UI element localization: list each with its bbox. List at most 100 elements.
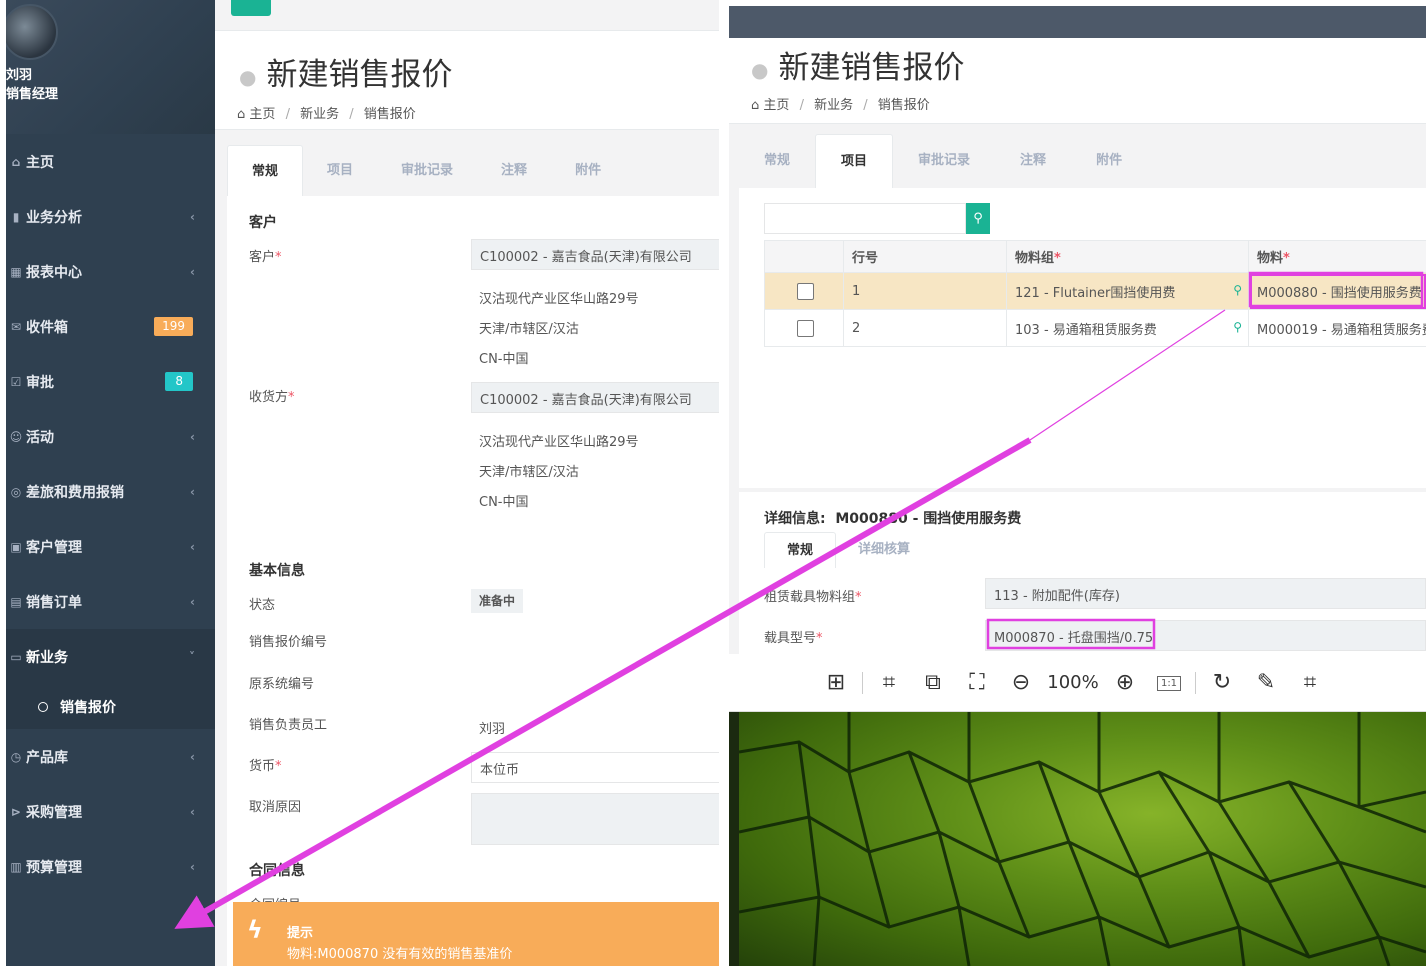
column-header-line-no[interactable]: 行号 (843, 240, 1007, 273)
sidebar-item-report-center[interactable]: ▦ 报表中心 ‹ (6, 244, 215, 299)
toast-message: 物料:M000870 没有有效的销售基准价 (287, 947, 513, 962)
status-badge: 准备中 (471, 589, 524, 613)
breadcrumb: ⌂ 主页 / 新业务 / 销售报价 (237, 107, 416, 122)
tab-items[interactable]: 项目 (815, 134, 894, 188)
currency-select[interactable]: 本位币 (471, 752, 719, 783)
money-icon: ◎ (10, 484, 22, 499)
top-action-button[interactable] (231, 0, 271, 16)
lease-material-group-label-text: 租赁载具物料组 (764, 590, 856, 605)
breadcrumb-new-business[interactable]: 新业务 (814, 98, 853, 113)
customer-address-line3: CN-中国 (479, 352, 529, 367)
lease-material-group-field[interactable]: 113 - 附加配件(库存) (985, 578, 1426, 609)
search-icon[interactable]: ⚲ (1233, 283, 1242, 297)
sidebar-item-sales-order[interactable]: ▤ 销售订单 ‹ (6, 574, 215, 629)
breadcrumb-home[interactable]: 主页 (763, 98, 789, 113)
sidebar-item-customer-mgmt[interactable]: ▣ 客户管理 ‹ (6, 519, 215, 574)
row-checkbox[interactable] (797, 319, 814, 337)
material-cell[interactable]: M000019 - 易通箱租赁服务费 (1248, 309, 1426, 347)
sidebar-item-purchase-mgmt[interactable]: ⊳ 采购管理 ‹ (6, 784, 215, 839)
row-checkbox[interactable] (797, 282, 814, 300)
zoom-in-icon[interactable]: ⊕ (1103, 670, 1147, 695)
column-header-material-group[interactable]: 物料组* (1006, 240, 1249, 273)
avatar[interactable] (6, 4, 58, 60)
home-icon: ⌂ (751, 98, 760, 113)
detail-tab-bar: 常规 详细核算 (764, 532, 932, 568)
table-row[interactable]: 1 121 - Flutainer围挡使用费 ⚲ M000880 - 围挡使用服务… (764, 272, 1426, 310)
sidebar-item-label: 产品库 (26, 749, 68, 766)
chevron-left-icon: ‹ (190, 264, 195, 279)
layout-icon[interactable]: ⊞ (814, 670, 858, 695)
translate-icon[interactable]: ⧉ (911, 670, 955, 695)
approval-count-badge: 8 (165, 372, 193, 391)
tab-attachments[interactable]: 附件 (1071, 134, 1147, 188)
currency-label: 货币* (249, 759, 282, 774)
tab-items[interactable]: 项目 (303, 145, 377, 197)
home-icon: ⌂ (237, 107, 246, 122)
material-group-cell[interactable]: 121 - Flutainer围挡使用费 ⚲ (1006, 272, 1249, 310)
tab-notes[interactable]: 注释 (477, 145, 551, 197)
general-form: 客户 客户* C100002 - 嘉吉食品(天津)有限公司 汉沽现代产业区华山路… (227, 196, 719, 966)
sidebar-item-product-library[interactable]: ◷ 产品库 ‹ (6, 729, 215, 784)
search-icon[interactable]: ⚲ (966, 203, 990, 234)
leaf-texture-image (739, 712, 1426, 966)
chevron-left-icon: ‹ (190, 484, 195, 499)
sidebar-item-activity[interactable]: ☺ 活动 ‹ (6, 409, 215, 464)
carrier-model-field[interactable]: M000870 - 托盘围挡/0.75 (985, 620, 1426, 651)
tab-notes[interactable]: 注释 (995, 134, 1071, 188)
ocr-text-icon[interactable]: ⌗ (867, 670, 911, 695)
zoom-out-icon[interactable]: ⊖ (999, 670, 1043, 695)
search-input[interactable] (764, 203, 966, 234)
sidebar-item-new-business[interactable]: ▭ 新业务 ˅ (6, 629, 215, 684)
quote-number-label: 销售报价编号 (249, 635, 328, 650)
customer-field[interactable]: C100002 - 嘉吉食品(天津)有限公司 (471, 239, 719, 270)
sidebar-item-travel-expense[interactable]: ◎ 差旅和费用报销 ‹ (6, 464, 215, 519)
breadcrumb-home[interactable]: 主页 (249, 107, 275, 122)
sidebar-item-business-analysis[interactable]: ▮ 业务分析 ‹ (6, 189, 215, 244)
edit-icon[interactable]: ✎ (1244, 670, 1288, 695)
user-name[interactable]: 刘羽 (6, 64, 32, 83)
actual-size-button[interactable]: 1:1 (1147, 675, 1191, 691)
breadcrumb-sales-quote: 销售报价 (877, 98, 930, 113)
checkbox-icon: ☑ (10, 374, 22, 389)
sidebar-item-label: 销售订单 (26, 594, 82, 611)
crop-icon[interactable]: ⌗ (1288, 670, 1332, 695)
status-label: 状态 (249, 598, 276, 613)
actual-size-label: 1:1 (1156, 675, 1182, 691)
material-group-cell[interactable]: 103 - 易通箱租赁服务费 ⚲ (1006, 309, 1249, 347)
table-row[interactable]: 2 103 - 易通箱租赁服务费 ⚲ M000019 - 易通箱租赁服务费 (764, 309, 1426, 347)
tab-general[interactable]: 常规 (739, 134, 815, 188)
column-header-material[interactable]: 物料* (1248, 240, 1426, 273)
line-no-cell: 1 (843, 272, 1007, 310)
sidebar-subitem-sales-quote[interactable]: 销售报价 (6, 684, 215, 729)
sidebar-item-label: 报表中心 (26, 264, 82, 281)
consignee-address-line1: 汉沽现代产业区华山路29号 (479, 435, 639, 450)
fit-screen-icon[interactable]: ⛶ (955, 670, 999, 695)
chevron-left-icon: ‹ (190, 429, 195, 444)
notification-toast[interactable]: ϟ 提示 物料:M000870 没有有效的销售基准价 (233, 902, 719, 966)
sidebar-item-approval[interactable]: ☑ 审批 8 (6, 354, 215, 409)
sidebar-item-budget-mgmt[interactable]: ▥ 预算管理 ‹ (6, 839, 215, 894)
image-viewer-toolbar: ⊞ ⌗ ⧉ ⛶ ⊖ 100% ⊕ 1:1 ↻ ✎ ⌗ (729, 654, 1426, 712)
table-icon: ▦ (10, 264, 22, 279)
customer-label: 客户* (249, 250, 282, 265)
detail-title-value: M000880 - 围挡使用服务费 (835, 511, 1022, 527)
search-icon[interactable]: ⚲ (1233, 320, 1242, 334)
cancel-reason-textarea[interactable] (471, 793, 719, 845)
tab-approval-log[interactable]: 审批记录 (893, 134, 995, 188)
rotate-icon[interactable]: ↻ (1200, 670, 1244, 695)
carrier-model-label: 载具型号* (764, 631, 823, 646)
sidebar-item-inbox[interactable]: ✉ 收件箱 199 (6, 299, 215, 354)
detail-tab-general[interactable]: 常规 (764, 532, 837, 568)
tab-attachments[interactable]: 附件 (551, 145, 625, 197)
material-cell[interactable]: M000880 - 围挡使用服务费 (1248, 272, 1426, 310)
tab-approval-log[interactable]: 审批记录 (377, 145, 477, 197)
customer-label-text: 客户 (249, 250, 276, 265)
sidebar-item-home[interactable]: ⌂ 主页 (6, 134, 215, 189)
sidebar-item-label: 客户管理 (26, 539, 82, 556)
consignee-field[interactable]: C100002 - 嘉吉食品(天津)有限公司 (471, 382, 719, 413)
detail-tab-costing[interactable]: 详细核算 (836, 532, 932, 568)
breadcrumb-new-business[interactable]: 新业务 (300, 107, 339, 122)
tab-general[interactable]: 常规 (227, 145, 304, 197)
material-group-value: 103 - 易通箱租赁服务费 (1015, 322, 1157, 338)
bullet-icon: ● (751, 57, 769, 82)
